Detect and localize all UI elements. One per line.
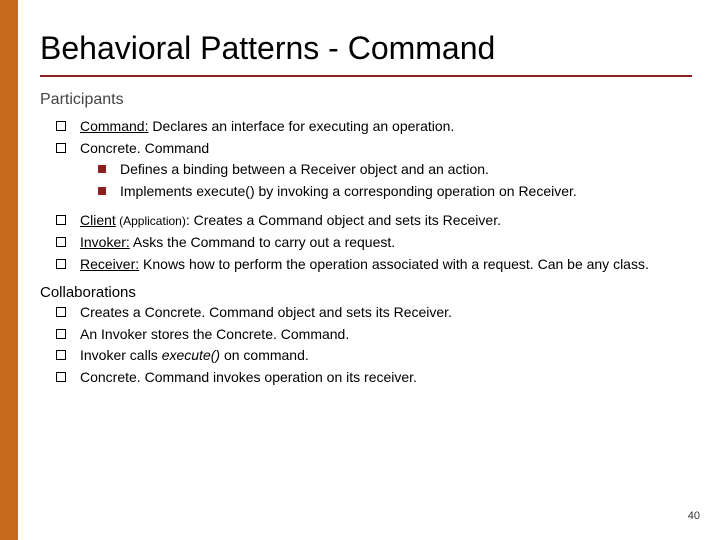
list-item: Concrete. Command [40, 139, 692, 159]
hollow-square-icon [56, 350, 66, 360]
item-text: Concrete. Command invokes operation on i… [80, 368, 417, 388]
hollow-square-icon [56, 372, 66, 382]
hollow-square-icon [56, 259, 66, 269]
list-item: Implements execute() by invoking a corre… [40, 182, 692, 202]
item-text: Implements execute() by invoking a corre… [120, 182, 577, 202]
hollow-square-icon [56, 215, 66, 225]
hollow-square-icon [56, 121, 66, 131]
list-item: Concrete. Command invokes operation on i… [40, 368, 692, 388]
page-number: 40 [688, 510, 700, 522]
item-text: Creates a Concrete. Command object and s… [80, 303, 452, 323]
item-text: Defines a binding between a Receiver obj… [120, 160, 489, 180]
hollow-square-icon [56, 143, 66, 153]
item-text: Client (Application): Creates a Command … [80, 211, 501, 231]
item-text: Invoker calls execute() on command. [80, 346, 309, 366]
filled-square-icon [98, 165, 106, 173]
hollow-square-icon [56, 329, 66, 339]
hollow-square-icon [56, 307, 66, 317]
title-divider [40, 75, 692, 77]
list-item: An Invoker stores the Concrete. Command. [40, 325, 692, 345]
item-text: An Invoker stores the Concrete. Command. [80, 325, 349, 345]
list-item: Client (Application): Creates a Command … [40, 211, 692, 231]
list-item: Invoker calls execute() on command. [40, 346, 692, 366]
list-item: Creates a Concrete. Command object and s… [40, 303, 692, 323]
hollow-square-icon [56, 237, 66, 247]
left-accent-bar [0, 0, 18, 540]
filled-square-icon [98, 187, 106, 195]
item-text: Concrete. Command [80, 139, 209, 159]
item-text: Receiver: Knows how to perform the opera… [80, 255, 649, 275]
item-text: Command: Declares an interface for execu… [80, 117, 454, 137]
list-item: Command: Declares an interface for execu… [40, 117, 692, 137]
list-item: Invoker: Asks the Command to carry out a… [40, 233, 692, 253]
slide-title: Behavioral Patterns - Command [40, 30, 692, 67]
participants-heading: Participants [40, 91, 692, 109]
collaborations-heading: Collaborations [40, 284, 692, 301]
list-item: Defines a binding between a Receiver obj… [40, 160, 692, 180]
slide-content: Behavioral Patterns - Command Participan… [0, 0, 720, 388]
list-item: Receiver: Knows how to perform the opera… [40, 255, 692, 275]
item-text: Invoker: Asks the Command to carry out a… [80, 233, 395, 253]
